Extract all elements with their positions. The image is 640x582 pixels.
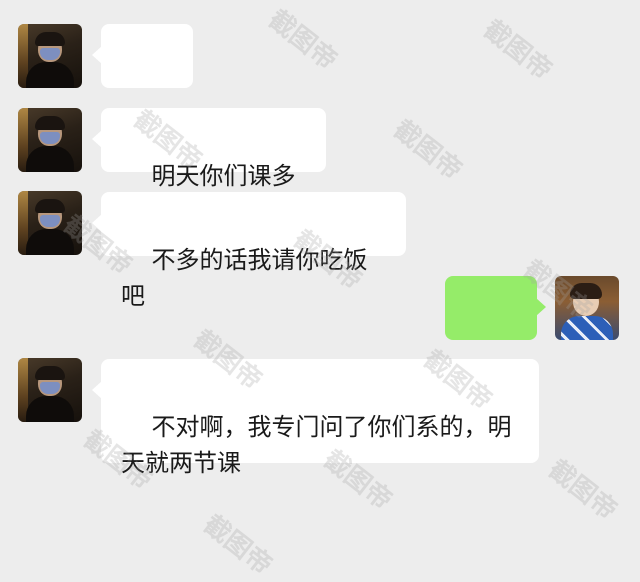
outgoing-message-bubble[interactable]: 课多 [445,276,546,394]
chat-area: 在吗 明天你们课多吗 不多的话我请你吃饭吧 课多 不对啊，我专门问了你们系的，明… [0,0,640,581]
contact-avatar[interactable] [18,108,82,172]
incoming-message-bubble[interactable]: 明天你们课多吗 [92,108,326,226]
contact-avatar[interactable] [18,358,82,422]
watermark-text: 截图帝 [387,114,468,187]
incoming-message-bubble[interactable]: 在吗 [92,24,193,142]
my-avatar[interactable] [555,276,619,340]
message-text: 不对啊，我专门问了你们系的，明 天就两节课 [121,413,512,477]
watermark-text: 截图帝 [197,509,278,582]
watermark-text: 截图帝 [262,4,343,77]
contact-avatar[interactable] [18,191,82,255]
contact-avatar[interactable] [18,24,82,88]
message-text: 不多的话我请你吃饭吧 [121,246,368,310]
incoming-message-bubble[interactable]: 不对啊，我专门问了你们系的，明 天就两节课 [92,359,539,477]
watermark-text: 截图帝 [477,14,558,87]
watermark-text: 截图帝 [542,454,623,527]
incoming-message-bubble[interactable]: 不多的话我请你吃饭吧 [92,192,406,310]
